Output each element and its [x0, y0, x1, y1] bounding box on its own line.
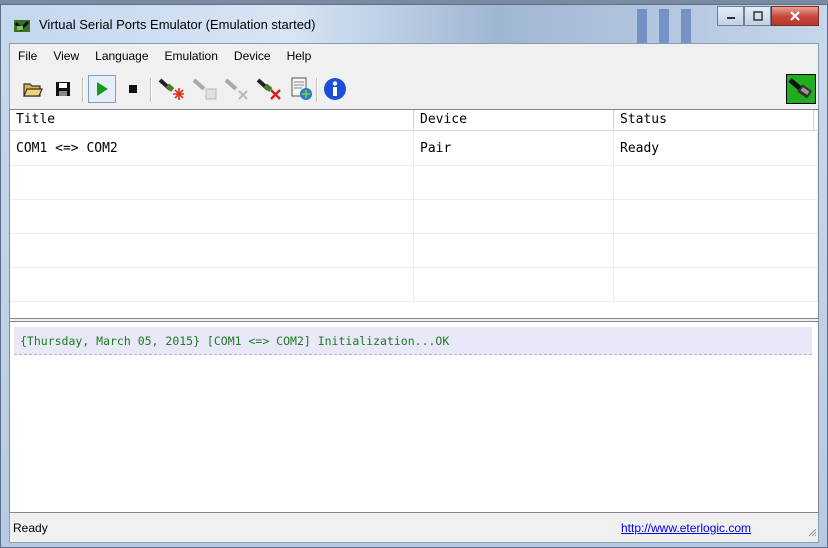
- menu-device[interactable]: Device: [226, 49, 279, 63]
- logo-icon: [788, 78, 813, 99]
- stop-emulation-button[interactable]: [120, 76, 146, 102]
- empty-cell: [614, 268, 818, 302]
- menu-bar: File View Language Emulation Device Help: [10, 44, 818, 68]
- toolbar-separator: [316, 78, 318, 102]
- list-header: Title Device Status: [10, 110, 818, 131]
- save-disk-icon: [56, 82, 70, 96]
- resize-grip-icon[interactable]: [807, 527, 817, 537]
- row-title: COM1 <=> COM2: [10, 132, 414, 166]
- maximize-icon: [752, 11, 763, 21]
- window-title: Virtual Serial Ports Emulator (Emulation…: [39, 17, 316, 32]
- properties-button[interactable]: [288, 76, 314, 102]
- row-status: Ready: [614, 132, 818, 166]
- properties-icon: [291, 77, 312, 100]
- remove-device-icon: [256, 78, 281, 100]
- empty-cell: [10, 166, 414, 200]
- app-window: Virtual Serial Ports Emulator (Emulation…: [0, 4, 828, 548]
- close-icon: [790, 11, 800, 21]
- menu-file[interactable]: File: [10, 49, 45, 63]
- menu-language[interactable]: Language: [87, 49, 156, 63]
- column-header-device[interactable]: Device: [414, 110, 614, 130]
- empty-row: [10, 166, 818, 200]
- maximize-button[interactable]: [744, 6, 771, 26]
- empty-cell: [614, 234, 818, 268]
- toolbar-separator: [150, 78, 152, 102]
- empty-cell: [414, 268, 614, 302]
- create-device-button[interactable]: [158, 76, 184, 102]
- toolbar-separator: [82, 78, 84, 102]
- empty-row: [10, 234, 818, 268]
- empty-cell: [414, 200, 614, 234]
- menu-help[interactable]: Help: [279, 49, 320, 63]
- empty-cell: [414, 234, 614, 268]
- empty-cell: [614, 200, 818, 234]
- title-decoration: [637, 9, 697, 43]
- delete-device-icon: [224, 78, 248, 100]
- stop-icon: [129, 85, 137, 93]
- app-icon: [14, 20, 30, 32]
- table-row[interactable]: COM1 <=> COM2 Pair Ready: [10, 132, 818, 166]
- empty-cell: [614, 166, 818, 200]
- website-link[interactable]: http://www.eterlogic.com: [621, 521, 751, 535]
- minimize-icon: [726, 17, 735, 19]
- minimize-button[interactable]: [717, 6, 744, 26]
- empty-cell: [10, 268, 414, 302]
- window-controls: [717, 6, 819, 28]
- device-list[interactable]: Title Device Status COM1 <=> COM2 Pair R…: [9, 109, 819, 319]
- open-folder-icon: [23, 83, 43, 97]
- status-text: Ready: [13, 521, 48, 535]
- status-bar: Ready http://www.eterlogic.com: [9, 517, 819, 539]
- title-bar[interactable]: Virtual Serial Ports Emulator (Emulation…: [1, 5, 827, 43]
- row-device: Pair: [414, 132, 614, 166]
- logo-button[interactable]: [786, 74, 816, 104]
- remove-device-button[interactable]: [256, 76, 282, 102]
- edit-device-icon: [192, 78, 217, 100]
- edit-device-button[interactable]: [192, 76, 218, 102]
- log-panel[interactable]: {Thursday, March 05, 2015} [COM1 <=> COM…: [9, 321, 819, 513]
- empty-cell: [10, 234, 414, 268]
- empty-cell: [10, 200, 414, 234]
- column-header-title[interactable]: Title: [10, 110, 414, 130]
- column-header-status[interactable]: Status: [614, 110, 814, 130]
- open-button[interactable]: [20, 76, 46, 102]
- play-icon: [97, 82, 108, 96]
- empty-row: [10, 200, 818, 234]
- start-emulation-button[interactable]: [88, 75, 116, 103]
- menu-emulation[interactable]: Emulation: [157, 49, 226, 63]
- log-entry: {Thursday, March 05, 2015} [COM1 <=> COM…: [14, 327, 812, 355]
- info-icon: [324, 78, 346, 100]
- new-device-icon: [158, 78, 184, 100]
- toolbar: [10, 68, 818, 112]
- save-button[interactable]: [50, 76, 76, 102]
- empty-cell: [414, 166, 614, 200]
- delete-device-button[interactable]: [224, 76, 250, 102]
- menu-view[interactable]: View: [45, 49, 87, 63]
- empty-row: [10, 268, 818, 302]
- about-button[interactable]: [322, 76, 348, 102]
- close-button[interactable]: [771, 6, 819, 26]
